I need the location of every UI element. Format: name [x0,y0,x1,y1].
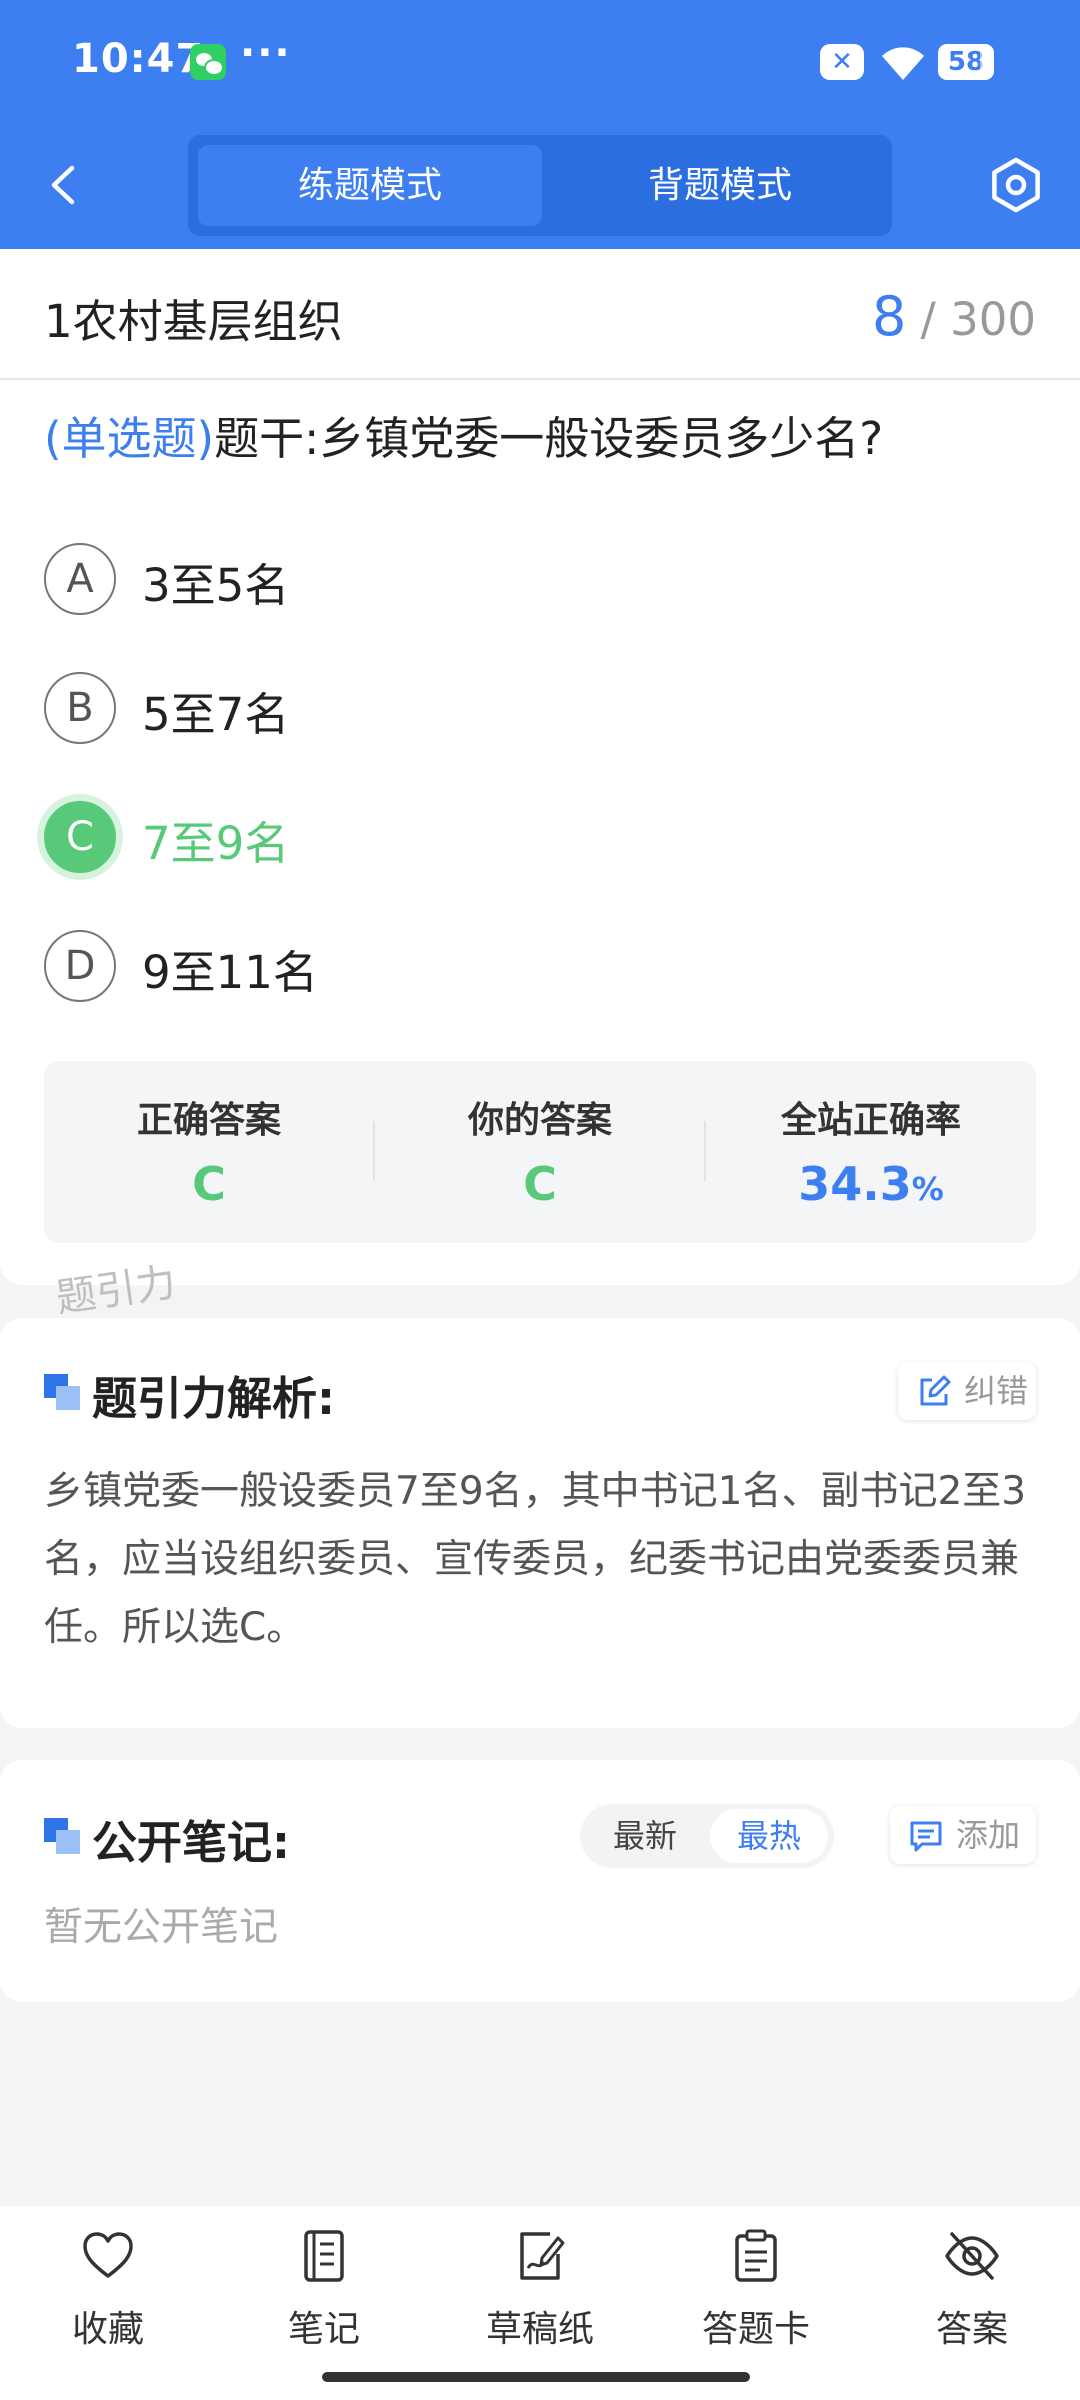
correct-answer-value: C [192,1157,226,1211]
site-accuracy-value: 34.3% [706,1157,1036,1211]
nav-label: 笔记 [287,2309,360,2350]
notebook-icon [304,2230,344,2282]
nav-answer-sheet[interactable]: 答题卡 [648,2228,864,2358]
back-arrow-icon [51,165,75,205]
option-d[interactable]: D 9至11名 [44,926,1044,1006]
nav-label: 答题卡 [701,2309,810,2350]
question-text: 题干:乡镇党委一般设委员多少名? [214,412,884,465]
question-type: (单选题) [44,412,215,465]
tab-memorize-mode[interactable]: 背题模式 [548,145,892,226]
option-letter: D [44,930,116,1002]
public-notes-card: 公开笔记: 最新 最热 添加 暂无公开笔记 [0,1760,1080,2002]
draft-paper-icon [520,2232,565,2280]
option-text: 7至9名 [142,817,290,870]
option-letter: A [44,543,116,615]
notes-sort-toggle: 最新 最热 [580,1804,834,1868]
question-progress[interactable]: 8 / 300 [872,285,1036,348]
no-sim-icon: ✕ [820,44,864,80]
eye-off-icon [945,2232,999,2280]
status-more-icon: ··· [240,30,292,76]
mode-switch: 练题模式 背题模式 [188,135,892,236]
notes-title: 公开笔记: [92,1816,290,1869]
your-answer-value: C [523,1157,557,1211]
nav-answer[interactable]: 答案 [864,2228,1080,2358]
analysis-text: 乡镇党委一般设委员7至9名，其中书记1名、副书记2至3名，应当设组织委员、宣传委… [44,1469,1027,1650]
comment-icon [910,1821,942,1852]
progress-total: / 300 [920,293,1036,346]
section-icon [44,1374,80,1410]
option-letter: C [44,801,116,873]
add-note-button[interactable]: 添加 [890,1806,1036,1864]
progress-current: 8 [871,285,907,348]
correct-answer-label: 正确答案 [136,1100,281,1141]
option-letter: B [44,672,116,744]
nav-favorite[interactable]: 收藏 [0,2228,216,2358]
add-note-label: 添加 [956,1816,1021,1854]
correct-answer: 正确答案 C [44,1061,374,1243]
settings-icon[interactable] [986,155,1046,215]
option-text: 3至5名 [142,559,290,612]
report-error-button[interactable]: 纠错 [898,1362,1036,1420]
site-accuracy-label: 全站正确率 [780,1100,961,1141]
edit-icon [920,1375,951,1406]
answer-summary: 正确答案 C 你的答案 C 全站正确率 34.3% [44,1061,1036,1243]
option-a[interactable]: A 3至5名 [44,539,1044,619]
chapter-title: 1农村基层组织 [44,295,343,348]
site-accuracy-unit: % [911,1170,944,1208]
bottom-nav: 收藏 笔记 草稿纸 答题卡 答案 [0,2206,1080,2400]
battery-icon: 58 [938,44,994,80]
report-error-label: 纠错 [964,1372,1029,1410]
home-indicator [322,2372,750,2382]
option-c[interactable]: C 7至9名 [44,797,1044,877]
answer-sheet-icon [735,2229,777,2282]
wifi-icon [882,47,924,80]
option-text: 9至11名 [142,946,318,999]
heart-icon [83,2232,133,2278]
chapter-bar: 1农村基层组织 8 / 300 [0,249,1080,380]
battery-level: 58 [947,47,985,77]
analysis-title: 题引力解析: [92,1372,335,1425]
nav-label: 草稿纸 [485,2309,594,2350]
back-button[interactable] [30,150,100,220]
site-accuracy-number: 34.3 [798,1157,912,1211]
status-time: 10:47 [72,36,205,82]
sort-latest[interactable]: 最新 [586,1809,704,1863]
your-answer-label: 你的答案 [467,1100,612,1141]
section-icon [44,1818,80,1854]
nav-notes[interactable]: 笔记 [216,2228,432,2358]
wechat-notification-icon [190,44,226,80]
notes-empty-text: 暂无公开笔记 [44,1905,279,1950]
option-text: 5至7名 [142,688,290,741]
your-answer: 你的答案 C [375,1061,705,1243]
nav-draft-paper[interactable]: 草稿纸 [432,2228,648,2358]
nav-label: 答案 [935,2309,1008,2350]
tab-practice-mode[interactable]: 练题模式 [198,145,542,226]
nav-label: 收藏 [71,2309,144,2350]
site-accuracy: 全站正确率 34.3% [706,1061,1036,1243]
question-card: 1农村基层组织 8 / 300 (单选题)题干:乡镇党委一般设委员多少名? A … [0,249,1080,1285]
option-b[interactable]: B 5至7名 [44,668,1044,748]
app-header: 10:47 ··· ✕ 58 练题模式 背题模式 [0,0,1080,249]
analysis-card: 题引力解析: 纠错 乡镇党委一般设委员7至9名，其中书记1名、副书记2至3名，应… [0,1318,1080,1728]
sort-hottest[interactable]: 最热 [710,1809,828,1863]
question-stem: (单选题)题干:乡镇党委一般设委员多少名? [44,409,1044,469]
